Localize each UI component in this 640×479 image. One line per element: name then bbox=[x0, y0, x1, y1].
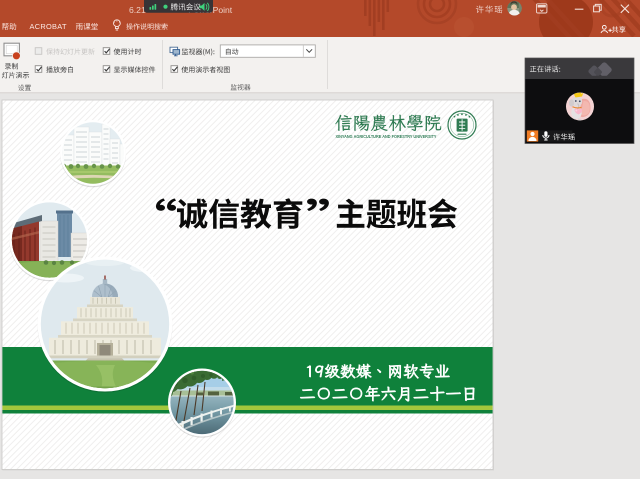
svg-text:6.21: 6.21 bbox=[129, 5, 146, 15]
svg-text:ACROBAT: ACROBAT bbox=[30, 22, 67, 31]
svg-text:XINYANG AGRICULTURE AND FOREST: XINYANG AGRICULTURE AND FORESTRY UNIVERS… bbox=[336, 134, 437, 139]
